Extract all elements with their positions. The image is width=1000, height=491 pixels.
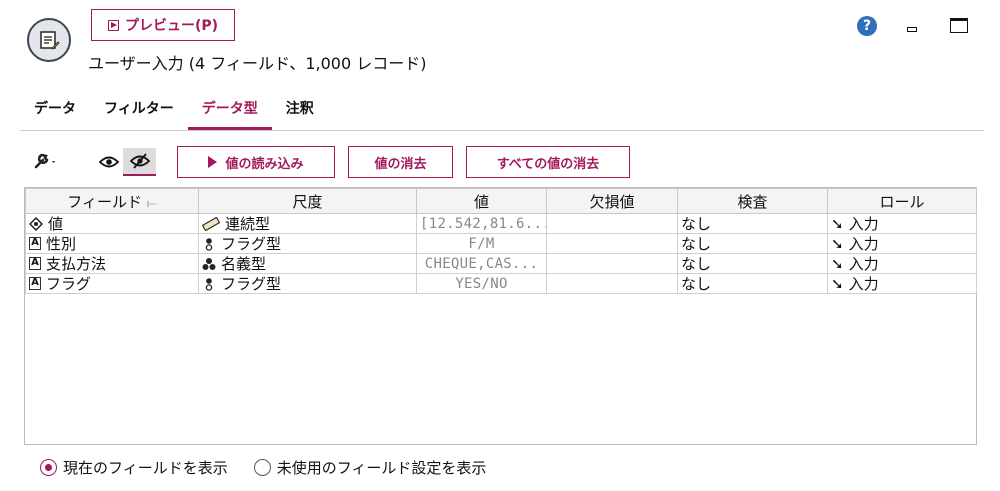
read-values-label: 値の読み込み — [225, 156, 304, 172]
role-cell[interactable]: ➘ 入力 — [827, 213, 977, 234]
missing-cell[interactable] — [546, 253, 678, 274]
radio-unselected-icon[interactable] — [253, 459, 271, 476]
preview-button[interactable]: プレビュー(P) — [91, 9, 235, 41]
missing-cell[interactable] — [546, 233, 678, 254]
clear-values-button[interactable]: 値の消去 — [348, 146, 453, 178]
clear-all-values-button[interactable]: すべての値の消去 — [466, 146, 630, 178]
input-arrow-icon: ➘ — [831, 234, 844, 253]
role-cell[interactable]: ➘ 入力 — [827, 253, 977, 274]
node-summary: ユーザー入力 (4 フィールド、1,000 レコード) — [88, 54, 427, 73]
measure-cell[interactable]: 名義型 — [198, 253, 417, 274]
hide-fields-eye-slash-icon[interactable] — [123, 148, 156, 176]
column-header-values[interactable]: 値 — [416, 188, 547, 214]
role-name: 入力 — [848, 274, 879, 293]
table-row[interactable]: A 支払方法 名義型 CHEQUE,CAS... なし ➘ 入力 — [25, 253, 977, 274]
flag-measure-icon — [205, 237, 213, 251]
minimize-icon[interactable] — [907, 27, 917, 32]
column-header-role[interactable]: ロール — [827, 188, 977, 214]
play-icon — [208, 156, 218, 168]
field-name: 値 — [48, 214, 64, 233]
show-fields-eye-icon[interactable] — [96, 148, 122, 176]
missing-cell[interactable] — [546, 213, 678, 234]
table-row[interactable]: 値 連続型 [12.542,81.6... なし ➘ 入力 — [25, 213, 977, 234]
check-cell[interactable]: なし — [677, 273, 828, 294]
measure-name: 連続型 — [225, 214, 271, 233]
flag-measure-icon — [205, 277, 213, 291]
role-name: 入力 — [848, 254, 879, 273]
field-cell[interactable]: A 支払方法 — [25, 253, 199, 274]
input-arrow-icon: ➘ — [831, 214, 844, 233]
values-cell[interactable]: F/M — [416, 233, 547, 254]
maximize-icon[interactable] — [950, 18, 968, 33]
show-current-fields-radio[interactable]: 現在のフィールドを表示 — [40, 457, 228, 478]
string-type-icon: A — [29, 257, 41, 270]
measure-name: フラグ型 — [221, 274, 282, 293]
sort-indicator-icon: ⟝ — [146, 195, 157, 210]
play-icon — [107, 19, 119, 31]
clear-values-label: 値の消去 — [374, 156, 427, 172]
field-name: フラグ — [46, 274, 92, 293]
measure-cell[interactable]: フラグ型 — [198, 273, 417, 294]
tab-filter[interactable]: フィルター — [90, 96, 188, 130]
tab-data[interactable]: データ — [20, 96, 90, 130]
table-header-row: フィールド ⟝ 尺度 値 欠損値 検査 ロール — [25, 188, 977, 214]
field-name: 支払方法 — [46, 254, 107, 273]
clear-all-values-label: すべての値の消去 — [496, 156, 600, 172]
field-cell[interactable]: A 性別 — [25, 233, 199, 254]
role-cell[interactable]: ➘ 入力 — [827, 273, 977, 294]
measure-cell[interactable]: 連続型 — [198, 213, 417, 234]
column-header-missing[interactable]: 欠損値 — [546, 188, 678, 214]
missing-cell[interactable] — [546, 273, 678, 294]
column-header-measure[interactable]: 尺度 — [198, 188, 417, 214]
check-cell[interactable]: なし — [677, 253, 828, 274]
string-type-icon: A — [29, 277, 41, 290]
ruler-icon — [202, 216, 220, 231]
measure-cell[interactable]: フラグ型 — [198, 233, 417, 254]
radio-selected-icon[interactable] — [40, 459, 57, 476]
help-icon[interactable]: ? — [857, 16, 877, 36]
string-type-icon: A — [29, 237, 41, 250]
role-name: 入力 — [848, 214, 879, 233]
field-name: 性別 — [46, 234, 77, 253]
tab-divider — [20, 130, 984, 131]
tab-bar: データ フィルター データ型 注釈 — [20, 96, 328, 130]
read-values-button[interactable]: 値の読み込み — [177, 146, 335, 178]
nominal-measure-icon — [202, 257, 216, 270]
field-display-options: 現在のフィールドを表示 未使用のフィールド設定を表示 — [40, 457, 486, 478]
column-header-check[interactable]: 検査 — [677, 188, 828, 214]
table-row[interactable]: A フラグ フラグ型 YES/NO なし ➘ 入力 — [25, 273, 977, 294]
continuous-type-icon — [29, 216, 43, 231]
table-row[interactable]: A 性別 フラグ型 F/M なし ➘ 入力 — [25, 233, 977, 254]
values-cell[interactable]: [12.542,81.6... — [416, 213, 547, 234]
field-cell[interactable]: 値 — [25, 213, 199, 234]
check-cell[interactable]: なし — [677, 233, 828, 254]
tab-annotations[interactable]: 注釈 — [272, 96, 328, 130]
field-cell[interactable]: A フラグ — [25, 273, 199, 294]
role-cell[interactable]: ➘ 入力 — [827, 233, 977, 254]
field-types-table: フィールド ⟝ 尺度 値 欠損値 検査 ロール 値 連続型 [12.542,81… — [24, 187, 977, 445]
input-arrow-icon: ➘ — [831, 274, 844, 293]
values-cell[interactable]: CHEQUE,CAS... — [416, 253, 547, 274]
user-input-node-icon — [27, 18, 71, 62]
show-unused-fields-label: 未使用のフィールド設定を表示 — [276, 459, 487, 477]
measure-name: フラグ型 — [221, 234, 282, 253]
show-unused-fields-radio[interactable]: 未使用のフィールド設定を表示 — [253, 457, 487, 478]
preview-button-label: プレビュー(P) — [124, 18, 219, 34]
input-arrow-icon: ➘ — [831, 254, 844, 273]
show-current-fields-label: 現在のフィールドを表示 — [63, 459, 228, 477]
values-cell[interactable]: YES/NO — [416, 273, 547, 294]
measure-name: 名義型 — [221, 254, 267, 273]
wrench-icon[interactable] — [33, 152, 59, 174]
column-header-field[interactable]: フィールド ⟝ — [25, 188, 199, 214]
role-name: 入力 — [848, 234, 879, 253]
check-cell[interactable]: なし — [677, 213, 828, 234]
tab-types[interactable]: データ型 — [187, 96, 272, 130]
